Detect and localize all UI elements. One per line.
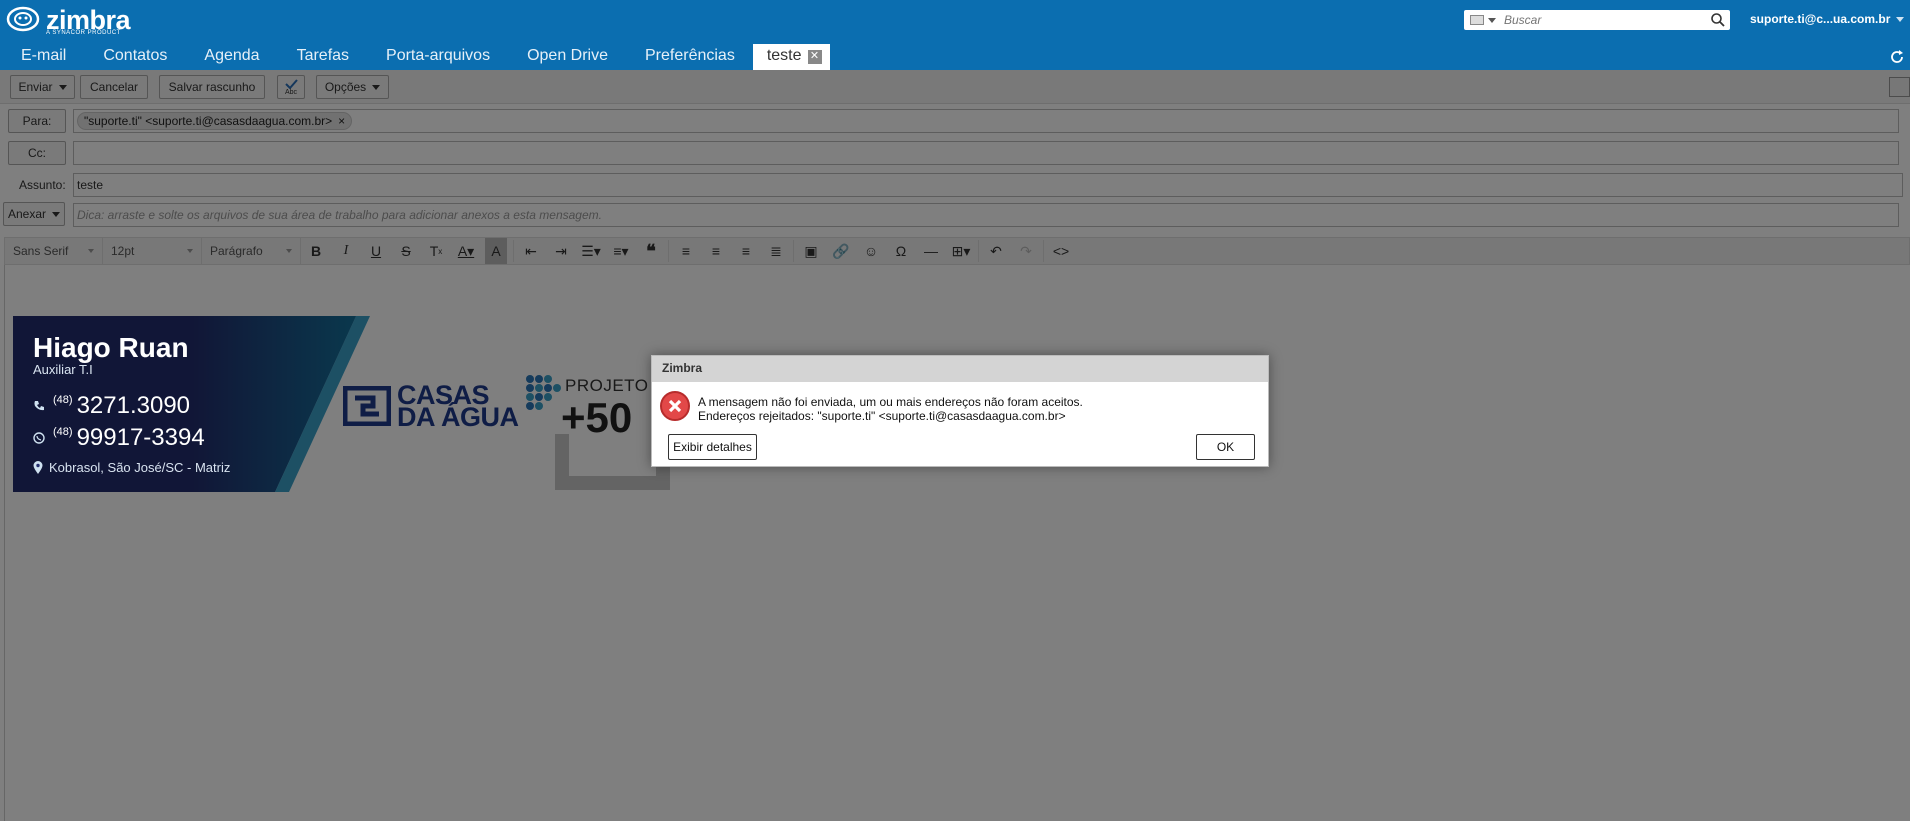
phone-icon (34, 401, 44, 411)
signature-phone: (48) 3271.3090 (33, 392, 190, 420)
dialog-message-line1: A mensagem não foi enviada, um ou mais e… (698, 395, 1083, 409)
whatsapp-number: 99917-3394 (76, 424, 205, 451)
tab-compose-teste[interactable]: teste ✕ (752, 44, 830, 70)
tab-email[interactable]: E-mail (0, 44, 82, 70)
brand-name: zimbra (46, 5, 131, 35)
dialog-message: A mensagem não foi enviada, um ou mais e… (698, 395, 1083, 423)
phone-number: 3271.3090 (76, 392, 191, 419)
mail-search-type-icon[interactable] (1470, 15, 1484, 25)
whatsapp-icon (33, 432, 45, 444)
tab-tasks[interactable]: Tarefas (276, 44, 365, 70)
tab-compose-label: teste (766, 47, 802, 64)
whatsapp-area-code: (48) (53, 426, 73, 438)
tab-calendar[interactable]: Agenda (183, 44, 275, 70)
error-dialog: Zimbra A mensagem não foi enviada, um ou… (651, 355, 1269, 467)
search-input[interactable] (1504, 13, 1710, 27)
signature-whatsapp: (48) 99917-3394 (33, 424, 205, 452)
zimbra-logo[interactable]: zimbra A SYNACOR PRODUCT (6, 5, 131, 36)
signature-name: Hiago Ruan (33, 332, 189, 363)
user-menu[interactable]: suporte.ti@c...ua.com.br (1750, 12, 1905, 26)
ok-button[interactable]: OK (1196, 434, 1255, 460)
chevron-down-icon[interactable] (1488, 17, 1496, 23)
top-header: zimbra A SYNACOR PRODUCT suporte.ti@c...… (0, 0, 1910, 70)
chevron-down-icon (1896, 17, 1905, 23)
close-icon[interactable]: ✕ (807, 50, 822, 64)
signature-address-text: Kobrasol, São José/SC - Matriz (49, 460, 231, 475)
refresh-icon[interactable] (1888, 48, 1906, 66)
dialog-title: Zimbra (652, 356, 1268, 382)
tab-contacts[interactable]: Contatos (82, 44, 183, 70)
tab-open-drive[interactable]: Open Drive (506, 44, 624, 70)
tab-briefcase[interactable]: Porta-arquivos (365, 44, 506, 70)
search-bar (1464, 10, 1730, 30)
search-icon[interactable] (1710, 12, 1726, 28)
brand-subtitle: A SYNACOR PRODUCT (46, 30, 121, 36)
dialog-message-line2: Endereços rejeitados: "suporte.ti" <supo… (698, 409, 1066, 423)
phone-area-code: (48) (53, 394, 73, 406)
signature-address: Kobrasol, São José/SC - Matriz (33, 460, 230, 475)
signature-role: Auxiliar T.I (33, 362, 93, 377)
zimbra-logo-icon (6, 6, 44, 34)
tab-preferences[interactable]: Preferências (624, 44, 751, 70)
user-account-label: suporte.ti@c...ua.com.br (1750, 12, 1891, 26)
show-details-button[interactable]: Exibir detalhes (668, 434, 757, 460)
error-icon (660, 391, 690, 421)
location-pin-icon (33, 461, 43, 474)
app-tabs: E-mail Contatos Agenda Tarefas Porta-arq… (0, 44, 830, 70)
